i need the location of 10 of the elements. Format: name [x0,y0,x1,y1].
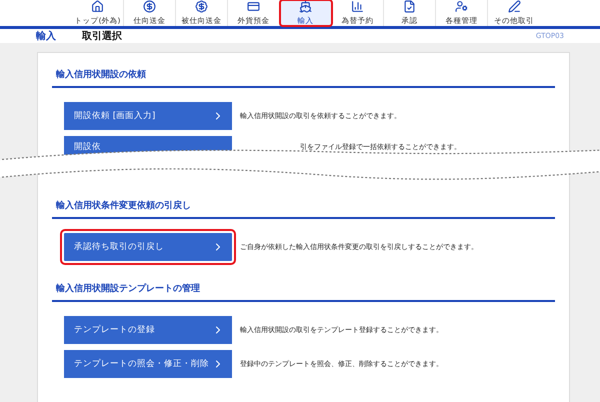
menu-button[interactable]: テンプレートの照会・修正・削除 [64,350,232,378]
menu-button[interactable]: 承認待ち取引の引戻し [64,233,232,261]
section-title: 輸入信用状開設テンプレートの管理 [52,277,555,302]
ship-icon [299,0,312,13]
breadcrumb-section: 輸入 [36,29,56,43]
page-title: 取引選択 [82,30,122,43]
section-title: 輸入信用状開設の依頼 [52,63,555,88]
menu-button[interactable]: テンプレートの登録 [64,316,232,344]
section-title: 輸入信用状条件変更依頼の引戻し [52,194,555,219]
menu-button[interactable]: 開設依頼 [画面入力] [64,102,232,130]
